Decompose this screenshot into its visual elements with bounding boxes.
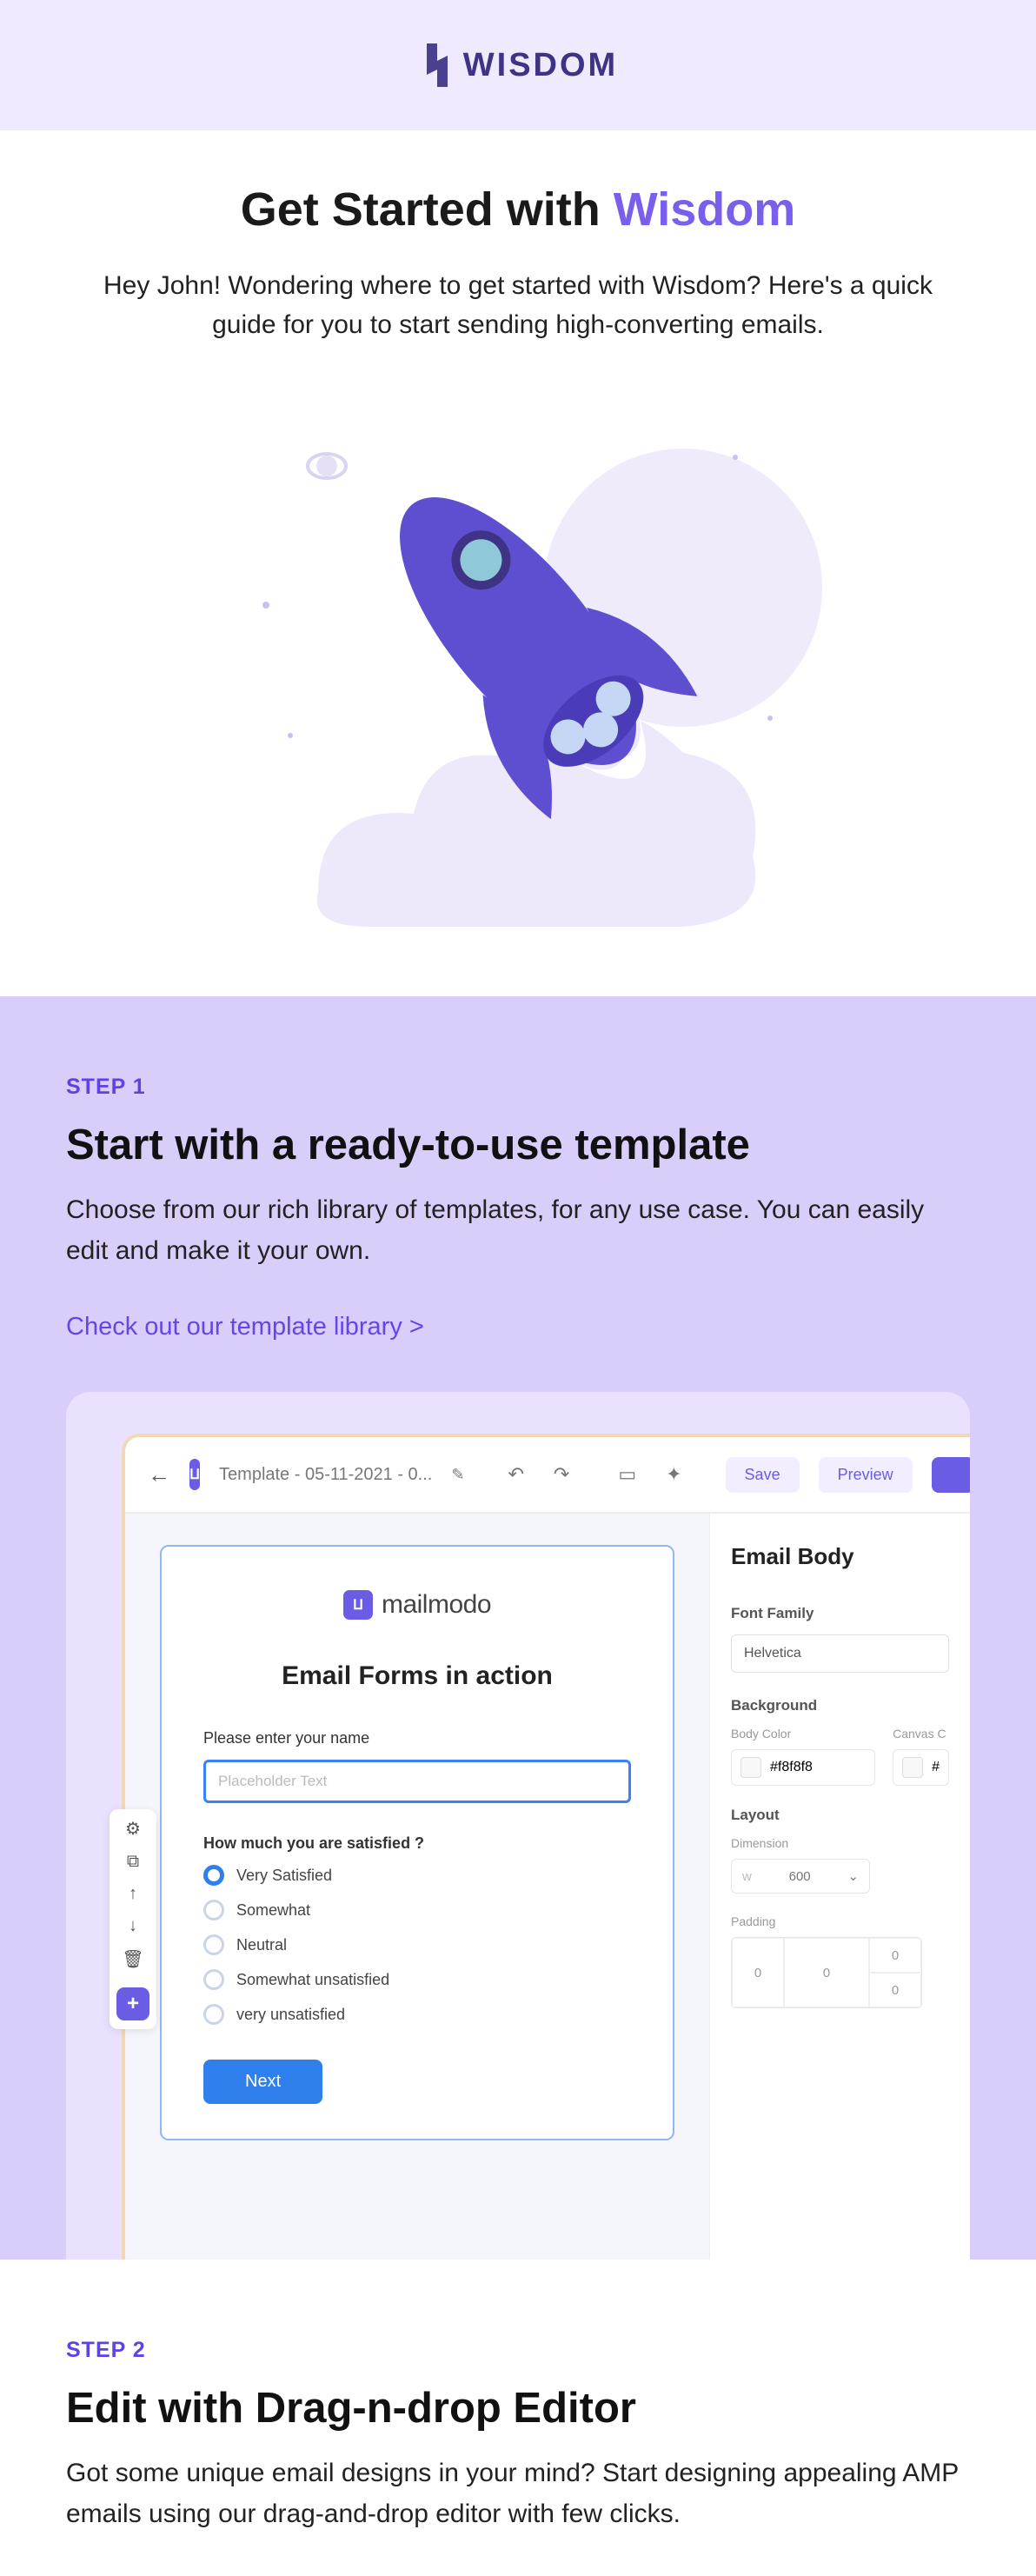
step1-body: Choose from our rich library of template… [66, 1190, 970, 1271]
dimension-w: w [742, 1869, 752, 1884]
add-block-button[interactable]: + [116, 1987, 149, 2020]
radio-label: Somewhat unsatisfied [236, 1971, 389, 1989]
radio-icon [203, 1934, 224, 1955]
logo: WISDOM [418, 43, 618, 87]
device-icon[interactable]: ▭ [613, 1463, 641, 1486]
radio-icon [203, 1865, 224, 1886]
step2-title: Edit with Drag-n-drop Editor [66, 2384, 970, 2433]
font-family-select[interactable]: Helvetica [731, 1634, 949, 1673]
properties-panel: Email Body Font Family Helvetica Backgro… [709, 1514, 970, 2260]
font-family-label: Font Family [731, 1605, 949, 1622]
settings-icon[interactable]: ⚙ [120, 1818, 146, 1840]
template-library-link[interactable]: Check out our template library > [66, 1313, 424, 1341]
radio-option[interactable]: Very Satisfied [203, 1865, 631, 1886]
mailmodo-mark-icon: ⵡ [343, 1590, 373, 1620]
radio-icon [203, 1969, 224, 1990]
redo-icon[interactable]: ↷ [548, 1463, 574, 1486]
logo-text: WISDOM [463, 47, 618, 84]
dimension-value: 600 [789, 1869, 811, 1884]
radio-label: Somewhat [236, 1901, 310, 1920]
editor-topbar: ← ⵡ Template - 05-11-2021 - 0... ✎ ↶ ↷ ▭… [125, 1437, 970, 1514]
rocket-illustration [70, 405, 966, 944]
editor-logo-icon: ⵡ [189, 1459, 200, 1490]
padding-control[interactable]: 0 0 0 0 [731, 1937, 922, 2008]
radio-option[interactable]: Neutral [203, 1934, 631, 1955]
radio-option[interactable]: Somewhat [203, 1900, 631, 1920]
canvas-color-value: # [932, 1760, 940, 1775]
mailmodo-logo: ⵡ mailmodo [203, 1590, 631, 1620]
radio-label: Neutral [236, 1936, 287, 1954]
hero-section: Get Started with Wisdom Hey John! Wonder… [0, 130, 1036, 996]
editor-mock: ← ⵡ Template - 05-11-2021 - 0... ✎ ↶ ↷ ▭… [66, 1392, 970, 2260]
padding-left: 0 [732, 1938, 784, 2007]
radio-label: Very Satisfied [236, 1867, 332, 1885]
header: WISDOM [0, 0, 1036, 130]
name-field-label: Please enter your name [203, 1729, 631, 1747]
swatch-icon [902, 1757, 923, 1778]
body-color-label: Body Color [731, 1727, 875, 1741]
logo-mark-icon [418, 43, 453, 87]
send-button[interactable] [932, 1457, 970, 1493]
name-input[interactable]: Placeholder Text [203, 1760, 631, 1803]
hero-title-accent: Wisdom [614, 183, 796, 236]
save-button[interactable]: Save [726, 1457, 800, 1493]
preview-button[interactable]: Preview [819, 1457, 913, 1493]
mailmodo-name: mailmodo [382, 1590, 491, 1620]
vertical-toolbar: ⚙ ⧉ ↑ ↓ 🗑 + [110, 1809, 156, 2029]
next-button[interactable]: Next [203, 2060, 322, 2104]
radio-icon [203, 1900, 224, 1920]
padding-right: 0 [784, 1938, 869, 2007]
step2-label: STEP 2 [66, 2338, 970, 2363]
padding-bottom: 0 [869, 1973, 921, 2007]
move-down-icon[interactable]: ↓ [120, 1916, 146, 1936]
step1-title: Start with a ready-to-use template [66, 1121, 970, 1169]
radio-option[interactable]: Somewhat unsatisfied [203, 1969, 631, 1990]
step1-section: STEP 1 Start with a ready-to-use templat… [0, 996, 1036, 2260]
move-up-icon[interactable]: ↑ [120, 1884, 146, 1904]
step2-section: STEP 2 Edit with Drag-n-drop Editor Got … [0, 2260, 1036, 2534]
padding-top: 0 [869, 1938, 921, 1973]
chevron-down-icon: ⌄ [847, 1868, 859, 1884]
undo-icon[interactable]: ↶ [502, 1463, 528, 1486]
dimension-select[interactable]: w 600 ⌄ [731, 1859, 870, 1894]
swatch-icon [740, 1757, 761, 1778]
layout-label: Layout [731, 1807, 949, 1824]
dimension-label: Dimension [731, 1836, 949, 1850]
radio-option[interactable]: very unsatisfied [203, 2004, 631, 2025]
magic-icon[interactable]: ✦ [661, 1463, 687, 1486]
hero-title-prefix: Get Started with [241, 183, 614, 236]
delete-icon[interactable]: 🗑 [120, 1948, 146, 1970]
body-color-input[interactable]: #f8f8f8 [731, 1749, 875, 1786]
question-label: How much you are satisfied ? [203, 1834, 631, 1853]
step2-body: Got some unique email designs in your mi… [66, 2453, 970, 2534]
email-form-card: ⵡ mailmodo Email Forms in action Please … [160, 1545, 674, 2140]
hero-title: Get Started with Wisdom [70, 183, 966, 236]
pencil-icon[interactable]: ✎ [451, 1466, 464, 1484]
radio-icon [203, 2004, 224, 2025]
editor-window: ← ⵡ Template - 05-11-2021 - 0... ✎ ↶ ↷ ▭… [122, 1434, 970, 2260]
radio-label: very unsatisfied [236, 2006, 345, 2024]
background-label: Background [731, 1697, 949, 1714]
editor-doc-title: Template - 05-11-2021 - 0... [219, 1465, 432, 1485]
form-heading: Email Forms in action [203, 1661, 631, 1691]
padding-label: Padding [731, 1914, 949, 1928]
back-icon[interactable]: ← [148, 1461, 170, 1488]
editor-canvas: ⚙ ⧉ ↑ ↓ 🗑 + ⵡ mailmodo Email Forms in ac… [125, 1514, 709, 2260]
canvas-color-input[interactable]: # [893, 1749, 949, 1786]
panel-heading: Email Body [731, 1543, 949, 1570]
copy-icon[interactable]: ⧉ [120, 1852, 146, 1872]
body-color-value: #f8f8f8 [770, 1760, 813, 1775]
hero-body: Hey John! Wondering where to get started… [70, 266, 966, 344]
step1-label: STEP 1 [66, 1075, 970, 1100]
canvas-color-label: Canvas C [893, 1727, 949, 1741]
